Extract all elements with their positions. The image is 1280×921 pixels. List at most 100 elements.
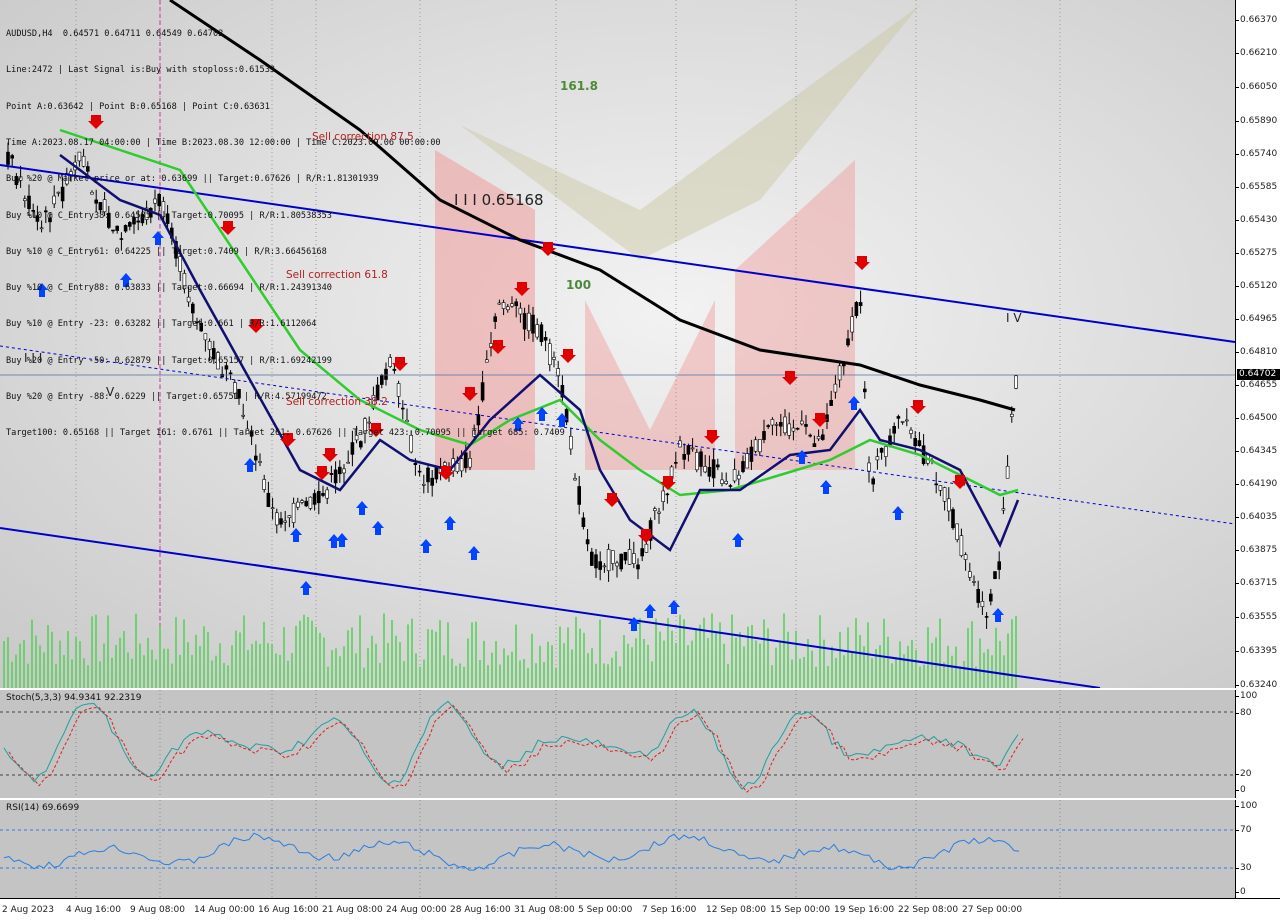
candle-body (753, 439, 758, 452)
price-tick: 0.64190 (1236, 479, 1278, 489)
candle-body (980, 601, 985, 607)
price-tick: 0.63240 (1236, 680, 1278, 688)
candle-body (262, 479, 267, 490)
candle-body (778, 422, 783, 427)
candle-body (879, 447, 884, 453)
candle-body (816, 436, 821, 440)
channel-lower-line (0, 527, 1101, 688)
price-tick: 0.63715 (1236, 578, 1278, 588)
price-tick: 0.66210 (1236, 48, 1278, 58)
candle-body (804, 424, 808, 427)
candle-body (732, 469, 737, 482)
candle-body (598, 561, 603, 570)
candle-body (741, 461, 745, 472)
candle-body (321, 493, 325, 496)
candle-body (594, 554, 598, 569)
price-tick: 0.65275 (1236, 248, 1278, 258)
candle-body (295, 501, 300, 508)
price-tick: 0.63875 (1236, 545, 1278, 555)
candle-body (434, 466, 439, 480)
candle-body (829, 400, 834, 406)
candle-body (900, 421, 905, 423)
candle-body (455, 462, 460, 472)
price-tick: 0.65890 (1236, 116, 1278, 126)
stochastic-axis: 100 80 20 0 (1235, 690, 1280, 798)
candle-body (430, 477, 435, 486)
candle-body (636, 564, 640, 570)
rsi-pane[interactable]: RSI(14) 69.6699 (0, 800, 1235, 898)
rsi-tick: 100 (1236, 801, 1258, 811)
candle-body (300, 500, 304, 503)
time-tick: 14 Aug 00:00 (194, 905, 255, 915)
candle-body (867, 462, 871, 472)
time-tick: 28 Aug 16:00 (450, 905, 511, 915)
info-line: Point A:0.63642 | Point B:0.65168 | Poin… (6, 101, 270, 112)
candle-body (720, 479, 724, 484)
candle-body (791, 427, 796, 432)
rsi-canvas[interactable] (0, 800, 1235, 898)
candle-body (573, 478, 577, 481)
time-axis[interactable]: 2 Aug 2023 4 Aug 16:00 9 Aug 08:00 14 Au… (0, 898, 1280, 921)
candle-body (875, 456, 880, 461)
candle-body (1009, 413, 1014, 417)
watermark-shape (735, 160, 855, 470)
time-tick: 16 Aug 16:00 (258, 905, 319, 915)
signal-info-panel: AUDUSD,H4 0.64571 0.64711 0.64549 0.6470… (6, 4, 565, 464)
sell-correction-618-label: Sell correction 61.8 (286, 269, 388, 281)
price-axis[interactable]: 0.66370 0.66210 0.66050 0.65890 0.65740 … (1235, 0, 1280, 688)
candle-body (959, 535, 964, 556)
buy-arrow-icon (732, 533, 744, 547)
candle-body (774, 424, 779, 426)
time-tick: 12 Sep 08:00 (706, 905, 767, 915)
candle-body (993, 571, 997, 580)
time-tick: 31 Aug 08:00 (514, 905, 575, 915)
candle-body (283, 520, 288, 523)
candle-body (1014, 375, 1018, 389)
point-b-price-label: I I I 0.65168 (454, 191, 544, 209)
candle-body (610, 550, 615, 564)
stochastic-title: Stoch(5,3,3) 94.9341 92.2319 (6, 693, 142, 703)
buy-arrow-icon (668, 600, 680, 614)
candle-body (652, 508, 657, 511)
stochastic-pane[interactable]: Stoch(5,3,3) 94.9341 92.2319 (0, 690, 1235, 798)
candle-body (644, 543, 649, 553)
candle-body (686, 445, 691, 455)
info-line: Buy %20 @ Market price or at: 0.63699 ||… (6, 174, 379, 185)
buy-arrow-icon (644, 604, 656, 618)
sell-arrow-icon (660, 476, 676, 490)
price-chart-pane[interactable]: AUDUSD,H4 0.64571 0.64711 0.64549 0.6470… (0, 0, 1235, 688)
buy-arrow-icon (300, 581, 312, 595)
candle-body (694, 452, 699, 471)
candle-body (619, 553, 624, 570)
wave-iv-label: I V (1006, 311, 1022, 325)
candle-body (997, 561, 1002, 570)
candle-body (266, 492, 271, 507)
candle-body (871, 478, 876, 485)
candle-body (795, 427, 800, 430)
price-tick: 0.66050 (1236, 82, 1278, 92)
candle-body (291, 502, 296, 523)
candle-body (820, 434, 825, 440)
buy-arrow-icon (328, 534, 340, 548)
price-tick: 0.64035 (1236, 512, 1278, 522)
sell-arrow-icon (604, 493, 620, 507)
candle-body (325, 489, 330, 499)
sell-correction-382-label: Sell correction 38.2 (286, 396, 388, 408)
stoch-tick: 0 (1236, 785, 1246, 795)
candle-body (581, 517, 586, 528)
candle-body (337, 466, 342, 475)
price-tick: 0.65740 (1236, 149, 1278, 159)
buy-arrow-icon (820, 480, 832, 494)
time-tick: 9 Aug 08:00 (130, 905, 185, 915)
buy-arrow-icon (420, 539, 432, 553)
stoch-tick: 20 (1236, 769, 1252, 779)
buy-arrow-icon (892, 506, 904, 520)
stoch-main-line (3, 700, 1019, 790)
time-tick: 5 Sep 00:00 (578, 905, 633, 915)
candle-body (631, 553, 636, 564)
candle-body (627, 549, 632, 565)
candle-body (640, 548, 645, 557)
buy-arrow-icon (356, 501, 368, 515)
candle-body (909, 429, 913, 434)
stochastic-canvas[interactable] (0, 690, 1235, 798)
